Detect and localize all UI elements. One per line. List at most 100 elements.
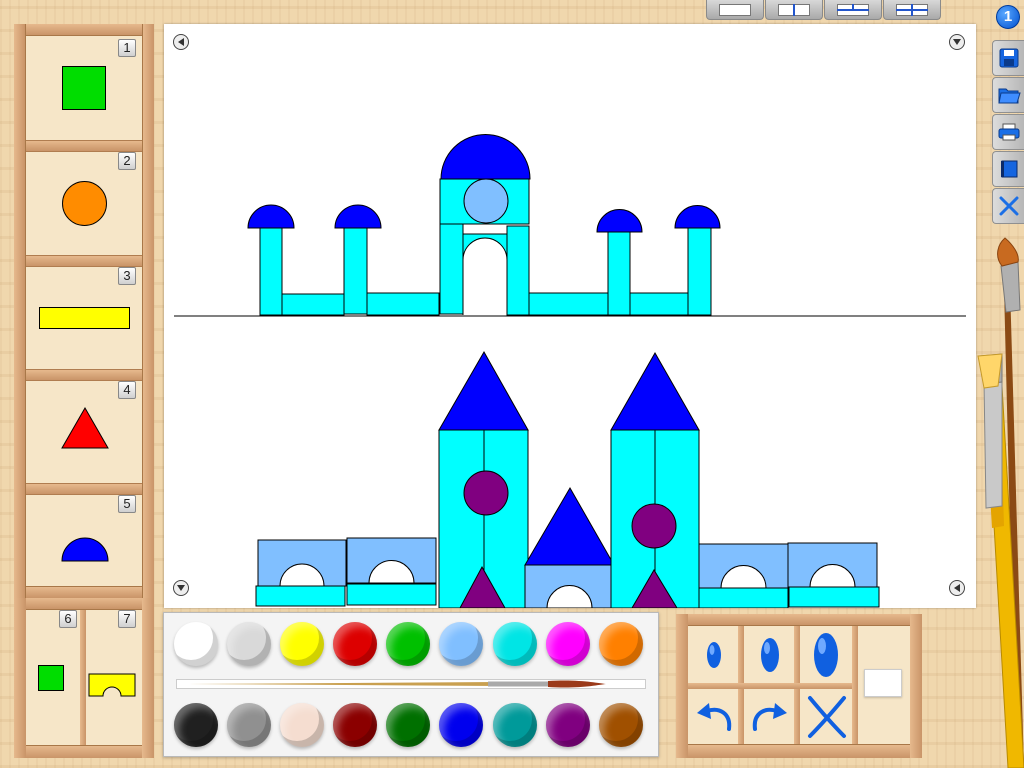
dome-shape: [596, 209, 643, 233]
tools-top-rail: [676, 614, 922, 626]
brush-size-medium-button[interactable]: [745, 627, 795, 683]
slot-number: 5: [118, 495, 136, 513]
layout-horizontal-split-button[interactable]: [824, 0, 882, 20]
color-swatch-white[interactable]: [174, 622, 218, 666]
shape-slot-3[interactable]: 3: [28, 267, 140, 369]
color-swatch-gray[interactable]: [227, 703, 271, 747]
extra-left-rail: [14, 598, 26, 758]
gate-circle: [463, 178, 509, 224]
circle-shape: [62, 181, 107, 226]
color-palette: [163, 612, 659, 757]
redo-icon: [752, 703, 787, 731]
shape-slot-4[interactable]: 4: [28, 381, 140, 483]
tools-left-rail: [676, 614, 688, 758]
redo-button[interactable]: [745, 689, 795, 745]
close-button[interactable]: [992, 188, 1024, 224]
undo-icon: [697, 703, 732, 731]
print-button[interactable]: [992, 114, 1024, 150]
library-left-rail: [14, 24, 26, 598]
layout-quad-split-button[interactable]: [883, 0, 941, 20]
base-block: [346, 583, 437, 606]
layout-single-button[interactable]: [706, 0, 764, 20]
color-swatch-brown[interactable]: [599, 703, 643, 747]
triangle-shape: [61, 407, 109, 449]
shape-slot-7[interactable]: 7: [86, 610, 142, 745]
tower-window: [463, 470, 509, 516]
rectangle-shape: [39, 307, 130, 329]
save-button[interactable]: [992, 40, 1024, 76]
print-icon: [998, 123, 1019, 141]
tower-pillar: [259, 227, 283, 316]
medium-brush-size-icon: [761, 638, 779, 672]
base-block: [255, 585, 346, 607]
undo-button[interactable]: [689, 689, 739, 745]
library-shelf: [26, 369, 142, 381]
shape-slot-2[interactable]: 2: [28, 152, 140, 255]
slot-number: 2: [118, 152, 136, 170]
wall-block: [627, 292, 691, 316]
color-swatch-black[interactable]: [174, 703, 218, 747]
small-brush-size-icon: [707, 642, 721, 668]
tower-roof: [610, 351, 700, 431]
gate-pillar: [439, 223, 464, 315]
library-shelf: [26, 483, 142, 495]
color-swatch-orange[interactable]: [599, 622, 643, 666]
library-shelf: [26, 255, 142, 267]
extra-right-rail: [142, 598, 154, 758]
color-swatch-dark-green[interactable]: [386, 703, 430, 747]
notebook-button[interactable]: [992, 151, 1024, 187]
save-icon: [999, 48, 1018, 68]
shape-slot-6[interactable]: 6: [26, 610, 80, 745]
dome-shape: [247, 204, 295, 229]
gate-pillar: [506, 225, 530, 316]
color-swatch-yellow[interactable]: [280, 622, 324, 666]
tower-pillar: [607, 231, 631, 316]
close-icon: [999, 196, 1018, 216]
color-swatch-light-gray[interactable]: [227, 622, 271, 666]
wall-block: [366, 292, 440, 316]
brush-size-small-button[interactable]: [689, 627, 739, 683]
layout-vertical-split-button[interactable]: [765, 0, 823, 20]
shape-slot-5[interactable]: 5: [28, 495, 140, 586]
page-number-badge[interactable]: 1: [996, 5, 1020, 29]
slot-number: 3: [118, 267, 136, 285]
color-swatch-blue[interactable]: [439, 703, 483, 747]
library-top-rail: [14, 24, 154, 36]
wall-block: [281, 293, 345, 316]
color-swatch-teal[interactable]: [493, 703, 537, 747]
tower-half: [483, 429, 529, 608]
large-brush-size-icon: [814, 633, 838, 677]
library-shelf: [26, 140, 142, 152]
notebook-icon: [1000, 160, 1017, 178]
color-swatch-green[interactable]: [386, 622, 430, 666]
open-button[interactable]: [992, 77, 1024, 113]
clear-button[interactable]: [801, 689, 851, 745]
brush-size-large-button[interactable]: [801, 627, 851, 683]
arch-block-shape: [88, 673, 136, 697]
drawing-canvas[interactable]: [164, 24, 976, 608]
slot-number: 7: [118, 610, 136, 628]
tower-pillar: [343, 227, 368, 315]
dome-shape: [334, 204, 382, 229]
color-swatch-cyan[interactable]: [493, 622, 537, 666]
color-swatch-dark-red[interactable]: [333, 703, 377, 747]
palette-brush-icon: [188, 680, 606, 688]
slot-number: 6: [59, 610, 77, 628]
shape-slot-1[interactable]: 1: [28, 36, 140, 140]
small-square-shape: [38, 665, 64, 691]
color-swatch-pale-pink[interactable]: [280, 703, 324, 747]
tools-bottom-rail: [676, 744, 922, 758]
color-swatch-light-blue[interactable]: [439, 622, 483, 666]
color-swatch-red[interactable]: [333, 622, 377, 666]
top-castle: [247, 134, 721, 316]
extra-bottom-rail: [14, 745, 154, 758]
tower-window: [631, 503, 677, 549]
tools-divider: [852, 626, 858, 744]
slot-number: 4: [118, 381, 136, 399]
color-swatch-magenta[interactable]: [546, 622, 590, 666]
bottom-castle: [255, 350, 880, 608]
color-swatch-purple[interactable]: [546, 703, 590, 747]
current-color-indicator[interactable]: [864, 669, 902, 697]
main-dome: [440, 134, 531, 180]
half-dome-shape: [61, 537, 109, 562]
